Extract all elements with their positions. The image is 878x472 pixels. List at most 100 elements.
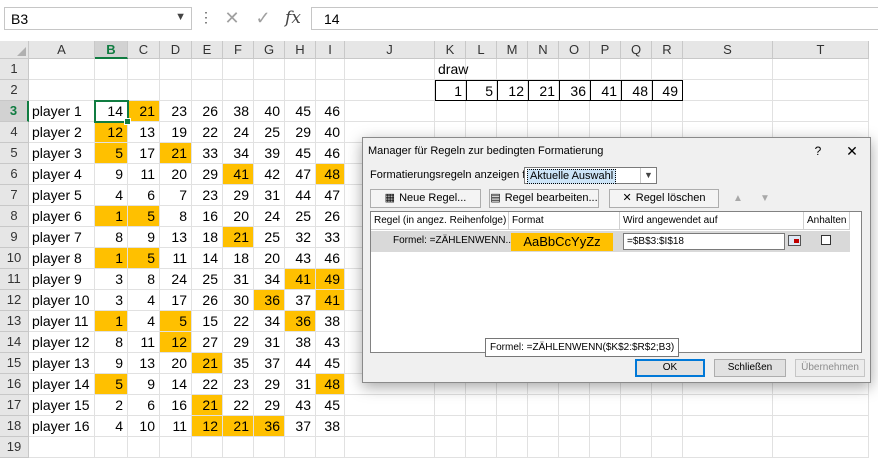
cell[interactable] — [590, 437, 621, 458]
player-number[interactable]: 21 — [223, 227, 254, 248]
player-number[interactable]: 31 — [254, 185, 285, 206]
row-header-2[interactable]: 2 — [0, 80, 29, 101]
row-header-16[interactable]: 16 — [0, 374, 29, 395]
player-number[interactable]: 35 — [223, 353, 254, 374]
player-number[interactable]: 17 — [160, 290, 192, 311]
column-header-l[interactable]: L — [466, 41, 497, 59]
player-number[interactable]: 21 — [192, 395, 223, 416]
player-number[interactable]: 3 — [95, 290, 128, 311]
player-number[interactable]: 41 — [316, 290, 345, 311]
column-header-e[interactable]: E — [192, 41, 223, 59]
player-number[interactable]: 33 — [192, 143, 223, 164]
row-header-18[interactable]: 18 — [0, 416, 29, 437]
player-number[interactable]: 38 — [223, 101, 254, 122]
cell[interactable] — [652, 395, 683, 416]
player-number[interactable]: 15 — [192, 311, 223, 332]
player-number[interactable]: 47 — [285, 164, 316, 185]
cell[interactable] — [95, 437, 128, 458]
cell[interactable] — [285, 437, 316, 458]
player-number[interactable]: 16 — [192, 206, 223, 227]
chevron-down-icon[interactable]: ▼ — [640, 168, 656, 183]
cell[interactable] — [773, 395, 869, 416]
player-number[interactable]: 5 — [128, 206, 160, 227]
select-all-corner[interactable] — [0, 41, 29, 59]
enter-icon[interactable]: ✓ — [250, 5, 276, 31]
player-number[interactable]: 8 — [160, 206, 192, 227]
cell[interactable] — [345, 101, 435, 122]
row-header-12[interactable]: 12 — [0, 290, 29, 311]
player-number[interactable]: 25 — [285, 206, 316, 227]
player-number[interactable]: 18 — [223, 248, 254, 269]
player-number[interactable]: 11 — [128, 164, 160, 185]
player-number[interactable]: 5 — [95, 374, 128, 395]
column-header-c[interactable]: C — [128, 41, 160, 59]
cell[interactable] — [29, 437, 95, 458]
player-number[interactable]: 6 — [128, 395, 160, 416]
player-number[interactable]: 5 — [160, 311, 192, 332]
cell[interactable] — [223, 80, 254, 101]
player-number[interactable]: 9 — [95, 353, 128, 374]
row-header-17[interactable]: 17 — [0, 395, 29, 416]
cell[interactable] — [683, 80, 773, 101]
cell[interactable] — [773, 101, 869, 122]
cell[interactable] — [497, 437, 528, 458]
cell[interactable] — [160, 437, 192, 458]
player-number[interactable]: 19 — [160, 122, 192, 143]
player-number[interactable]: 9 — [128, 227, 160, 248]
column-header-h[interactable]: H — [285, 41, 316, 59]
player-number[interactable]: 12 — [192, 416, 223, 437]
player-number[interactable]: 21 — [128, 101, 160, 122]
player-number[interactable]: 42 — [254, 164, 285, 185]
player-number[interactable]: 14 — [95, 101, 128, 122]
cell[interactable] — [316, 80, 345, 101]
player-number[interactable]: 41 — [223, 164, 254, 185]
column-header-a[interactable]: A — [29, 41, 95, 59]
cell[interactable] — [192, 437, 223, 458]
column-header-d[interactable]: D — [160, 41, 192, 59]
player-number[interactable]: 38 — [316, 311, 345, 332]
player-number[interactable]: 10 — [128, 416, 160, 437]
applies-to-input[interactable]: =$B$3:$I$18 — [623, 233, 785, 250]
cell[interactable] — [160, 59, 192, 80]
player-number[interactable]: 29 — [223, 332, 254, 353]
cell[interactable] — [223, 437, 254, 458]
row-header-7[interactable]: 7 — [0, 185, 29, 206]
player-number[interactable]: 7 — [160, 185, 192, 206]
player-number[interactable]: 44 — [285, 185, 316, 206]
cell[interactable] — [466, 395, 497, 416]
player-number[interactable]: 6 — [128, 185, 160, 206]
player-name[interactable]: player 5 — [29, 185, 95, 206]
cell[interactable] — [773, 80, 869, 101]
player-name[interactable]: player 2 — [29, 122, 95, 143]
player-name[interactable]: player 4 — [29, 164, 95, 185]
cell[interactable] — [29, 80, 95, 101]
draw-value[interactable]: 49 — [652, 80, 683, 101]
cell[interactable] — [345, 395, 435, 416]
player-number[interactable]: 22 — [192, 122, 223, 143]
cell[interactable] — [95, 59, 128, 80]
player-number[interactable]: 30 — [223, 290, 254, 311]
player-name[interactable]: player 14 — [29, 374, 95, 395]
column-header-p[interactable]: P — [590, 41, 621, 59]
player-number[interactable]: 14 — [160, 374, 192, 395]
cell[interactable] — [128, 80, 160, 101]
player-name[interactable]: player 8 — [29, 248, 95, 269]
cell[interactable] — [285, 59, 316, 80]
player-number[interactable]: 31 — [285, 374, 316, 395]
cell[interactable] — [683, 416, 773, 437]
move-up-icon[interactable]: ▲ — [727, 189, 749, 208]
column-header-n[interactable]: N — [528, 41, 559, 59]
player-number[interactable]: 36 — [254, 290, 285, 311]
cell[interactable] — [29, 59, 95, 80]
cell[interactable] — [466, 437, 497, 458]
cell[interactable] — [683, 437, 773, 458]
column-header-q[interactable]: Q — [621, 41, 652, 59]
player-number[interactable]: 4 — [128, 290, 160, 311]
player-number[interactable]: 43 — [316, 332, 345, 353]
player-number[interactable]: 12 — [160, 332, 192, 353]
player-number[interactable]: 40 — [316, 122, 345, 143]
player-number[interactable]: 45 — [285, 101, 316, 122]
cell[interactable] — [621, 395, 652, 416]
row-header-1[interactable]: 1 — [0, 59, 29, 80]
cell[interactable] — [652, 416, 683, 437]
